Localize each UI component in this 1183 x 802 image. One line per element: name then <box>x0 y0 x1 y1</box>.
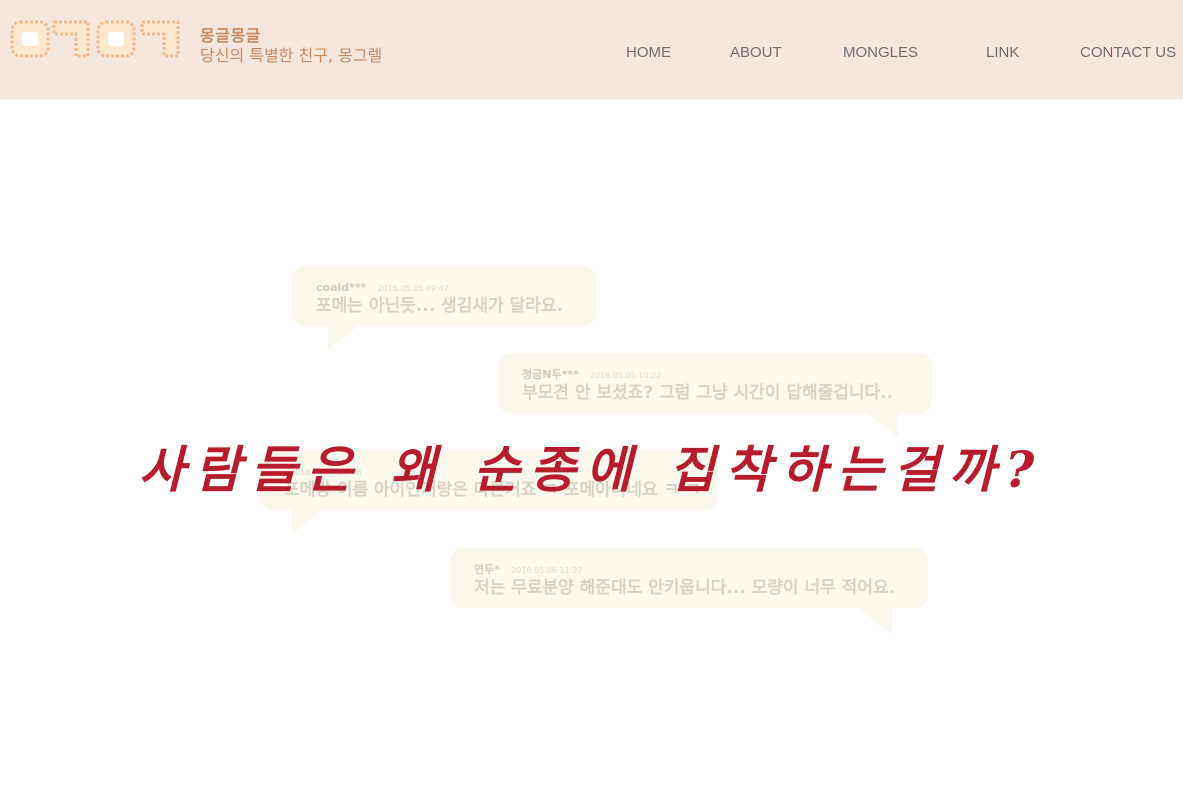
brand-subtitle: 당신의 특별한 친구, 몽그렐 <box>200 46 383 65</box>
bubble-tail <box>858 608 892 634</box>
headline: 사람들은 왜 순종에 집착하는걸까? <box>138 440 1045 499</box>
comment-text: 부모견 안 보셨죠? 그럼 그냥 시간이 답해줄겁니다.. <box>522 383 894 403</box>
bubble-tail <box>292 510 322 534</box>
comment-bubble: coald*** 2016.05.05 09:47 포메는 아닌듯... 생김새… <box>292 266 596 350</box>
comment-bubble: 연두* 2016.05.06 11:27 저는 무료분양 해준대도 안키웁니다.… <box>450 548 928 634</box>
nav-link[interactable]: LINK <box>986 44 1019 61</box>
comment-text: 포메는 아닌듯... 생김새가 달라요. <box>316 296 563 316</box>
logo[interactable]: 몽글 <box>8 12 188 68</box>
site-header: 몽글 몽글몽글 당신의 특별한 친구, 몽그렐 HOME ABOUT MONGL… <box>0 0 1183 99</box>
nav-about[interactable]: ABOUT <box>730 44 782 61</box>
nav-home[interactable]: HOME <box>626 44 671 61</box>
comment-bubble: 정금N두*** 2016.05.05 10:22 부모견 안 보셨죠? 그럼 그… <box>498 353 932 437</box>
comment-text: 저는 무료분양 해준대도 안키웁니다... 모량이 너무 적어요. <box>474 578 896 598</box>
nav-contact-us[interactable]: CONTACT US <box>1080 44 1176 61</box>
bubble-tail <box>328 326 358 350</box>
nav-mongles[interactable]: MONGLES <box>843 44 918 61</box>
